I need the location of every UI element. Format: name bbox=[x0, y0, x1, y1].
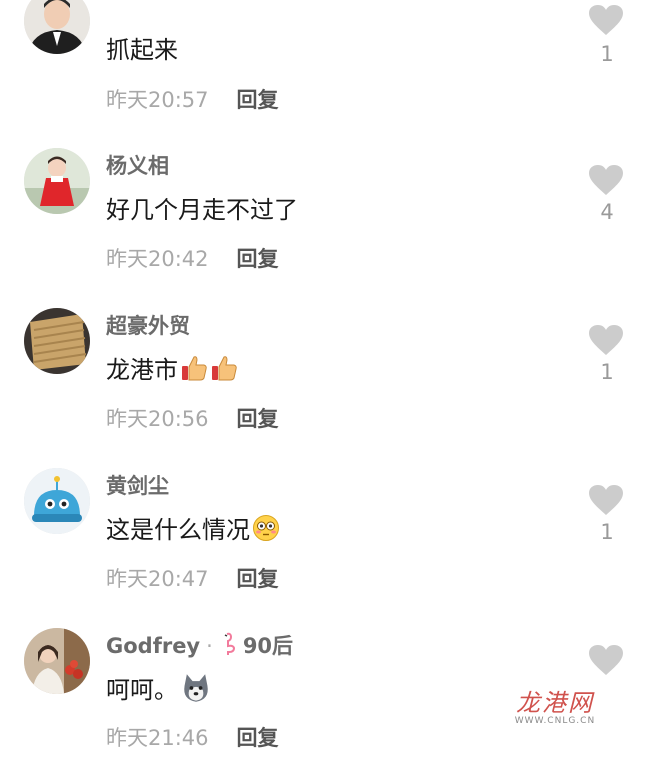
watermark: 龙港网 WWW.CNLG.CN bbox=[512, 683, 598, 726]
comment-text: 呵呵。 bbox=[106, 670, 212, 705]
like-count: 4 bbox=[600, 200, 614, 224]
username[interactable]: 超豪外贸 bbox=[106, 310, 190, 340]
comment-meta: 昨天20:47 回复 bbox=[106, 563, 279, 593]
reply-button[interactable]: 回复 bbox=[237, 88, 279, 112]
reply-button[interactable]: 回复 bbox=[237, 726, 279, 750]
comment-meta: 昨天20:56 回复 bbox=[106, 403, 279, 433]
timestamp: 昨天21:46 bbox=[106, 726, 209, 750]
avatar-child-red-dress bbox=[24, 148, 90, 214]
heart-icon bbox=[589, 645, 623, 675]
comment-meta: 昨天20:42 回复 bbox=[106, 243, 279, 273]
comment-item: 黄剑尘 这是什么情况 昨天20:47 回复 1 bbox=[0, 440, 650, 600]
reply-button[interactable]: 回复 bbox=[237, 247, 279, 271]
husky-dog-emoji bbox=[180, 672, 212, 704]
comment-text-content: 抓起来 bbox=[106, 36, 178, 64]
thumbs-up-emoji bbox=[180, 354, 208, 382]
avatar[interactable] bbox=[24, 628, 90, 694]
timestamp: 昨天20:56 bbox=[106, 407, 209, 431]
username: Godfrey · 90后 bbox=[106, 630, 293, 660]
like-button[interactable] bbox=[588, 644, 624, 676]
avatar[interactable] bbox=[24, 308, 90, 374]
flamingo-icon bbox=[217, 632, 239, 656]
comment-item: Godfrey · 90后 呵呵。 昨天21:46 回复 bbox=[0, 600, 650, 760]
watermark-logo: 龙港网 bbox=[516, 689, 594, 717]
comment-item: 抓起来 昨天20:57 回复 1 bbox=[0, 0, 650, 120]
comment-text: 龙港市 bbox=[106, 350, 238, 385]
reply-button[interactable]: 回复 bbox=[237, 407, 279, 431]
like-button[interactable] bbox=[588, 164, 624, 196]
comment-text-content: 呵呵。 bbox=[106, 676, 178, 704]
comment-text: 这是什么情况 bbox=[106, 510, 280, 545]
avatar-woman-interior bbox=[24, 628, 90, 694]
comment-text: 抓起来 bbox=[106, 30, 178, 65]
like-button[interactable] bbox=[588, 484, 624, 516]
reply-button[interactable]: 回复 bbox=[237, 567, 279, 591]
heart-icon bbox=[589, 485, 623, 515]
avatar[interactable] bbox=[24, 468, 90, 534]
avatar-alien-cartoon bbox=[24, 468, 90, 534]
heart-icon bbox=[589, 5, 623, 35]
timestamp: 昨天20:42 bbox=[106, 247, 209, 271]
like-count: 1 bbox=[600, 42, 614, 66]
comment-text-content: 龙港市 bbox=[106, 356, 178, 384]
age-tag: 90后 bbox=[242, 634, 294, 658]
comment-meta: 昨天21:46 回复 bbox=[106, 722, 279, 752]
avatar[interactable] bbox=[24, 0, 90, 54]
comment-text: 好几个月走不过了 bbox=[106, 190, 298, 225]
comment-item: 杨义相 好几个月走不过了 昨天20:42 回复 4 bbox=[0, 120, 650, 280]
like-button[interactable] bbox=[588, 324, 624, 356]
comment-text-content: 好几个月走不过了 bbox=[106, 196, 298, 224]
like-button[interactable] bbox=[588, 4, 624, 36]
comment-meta: 昨天20:57 回复 bbox=[106, 84, 279, 114]
flushed-face-emoji bbox=[252, 514, 280, 542]
username[interactable]: 黄剑尘 bbox=[106, 470, 169, 500]
avatar-man-suit bbox=[24, 0, 90, 54]
heart-icon bbox=[589, 165, 623, 195]
heart-icon bbox=[589, 325, 623, 355]
separator-dot: · bbox=[206, 634, 213, 658]
comment-text-content: 这是什么情况 bbox=[106, 516, 250, 544]
avatar[interactable] bbox=[24, 148, 90, 214]
username[interactable]: 杨义相 bbox=[106, 150, 169, 180]
username-text[interactable]: Godfrey bbox=[106, 634, 200, 658]
comment-item: 超豪外贸 龙港市 昨天20:56 回复 1 bbox=[0, 280, 650, 440]
timestamp: 昨天20:47 bbox=[106, 567, 209, 591]
thumbs-up-emoji bbox=[210, 354, 238, 382]
avatar-fabric bbox=[24, 308, 90, 374]
like-count: 1 bbox=[600, 520, 614, 544]
like-count: 1 bbox=[600, 360, 614, 384]
timestamp: 昨天20:57 bbox=[106, 88, 209, 112]
